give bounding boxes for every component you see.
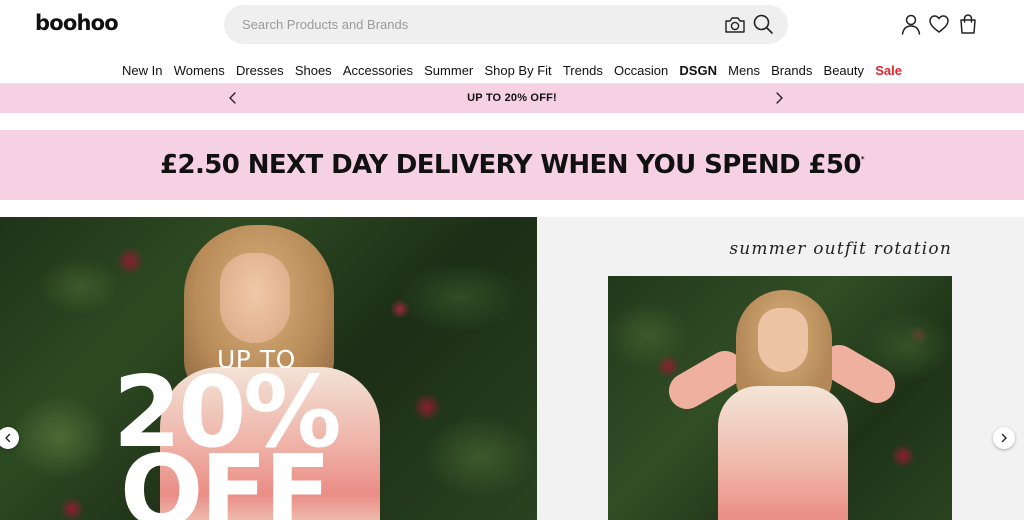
promo-text[interactable]: UP TO 20% OFF! — [0, 84, 1024, 113]
nav-item-womens[interactable]: Womens — [168, 63, 230, 78]
site-logo[interactable]: boohoo — [35, 11, 119, 35]
account-icon[interactable] — [900, 13, 922, 35]
nav-item-shop-by-fit[interactable]: Shop By Fit — [479, 63, 557, 78]
site-header: boohoo New In Womens Dresses Shoes Acces… — [0, 0, 1024, 84]
model-face — [758, 308, 808, 372]
carousel-next-button[interactable] — [993, 427, 1015, 449]
nav-item-shoes[interactable]: Shoes — [289, 63, 337, 78]
chevron-right-icon — [1001, 433, 1007, 443]
search-input[interactable] — [242, 5, 702, 44]
delivery-banner[interactable]: £2.50 NEXT DAY DELIVERY WHEN YOU SPEND £… — [0, 130, 1024, 200]
nav-item-dsgn[interactable]: DSGN — [674, 63, 723, 78]
nav-item-sale[interactable]: Sale — [870, 63, 908, 78]
hero-tagline: summer outfit rotation — [729, 239, 952, 259]
camera-icon[interactable] — [724, 15, 746, 35]
nav-item-brands[interactable]: Brands — [766, 63, 818, 78]
bag-icon[interactable] — [957, 13, 979, 35]
nav-item-new-in[interactable]: New In — [116, 63, 168, 78]
search-bar[interactable] — [224, 5, 788, 44]
nav-item-beauty[interactable]: Beauty — [818, 63, 870, 78]
hero-carousel: UP TO 20% OFF summer outfit rotation — [0, 217, 1024, 520]
summer-outfit-image[interactable] — [608, 276, 952, 520]
nav-item-accessories[interactable]: Accessories — [337, 63, 418, 78]
hero-summer-banner[interactable]: summer outfit rotation — [537, 217, 1024, 520]
promo-strip: UP TO 20% OFF! — [0, 84, 1024, 113]
chevron-left-icon — [5, 433, 11, 443]
chevron-left-icon[interactable] — [226, 91, 240, 105]
hero-off-text: OFF — [120, 435, 331, 520]
nav-item-dresses[interactable]: Dresses — [230, 63, 289, 78]
delivery-footnote-mark: * — [860, 155, 865, 163]
delivery-headline: £2.50 NEXT DAY DELIVERY WHEN YOU SPEND £… — [160, 150, 861, 180]
nav-item-occasion[interactable]: Occasion — [608, 63, 673, 78]
nav-item-summer[interactable]: Summer — [419, 63, 479, 78]
nav-item-trends[interactable]: Trends — [557, 63, 608, 78]
heart-icon[interactable] — [928, 13, 950, 35]
hero-sale-banner[interactable]: UP TO 20% OFF — [0, 217, 537, 520]
model-outfit — [718, 386, 848, 520]
main-nav: New In Womens Dresses Shoes Accessories … — [0, 59, 1024, 81]
nav-item-mens[interactable]: Mens — [723, 63, 766, 78]
chevron-right-icon[interactable] — [772, 91, 786, 105]
search-icon[interactable] — [752, 13, 774, 35]
delivery-text: £2.50 NEXT DAY DELIVERY WHEN YOU SPEND £… — [0, 130, 1024, 200]
model-face — [220, 253, 290, 343]
